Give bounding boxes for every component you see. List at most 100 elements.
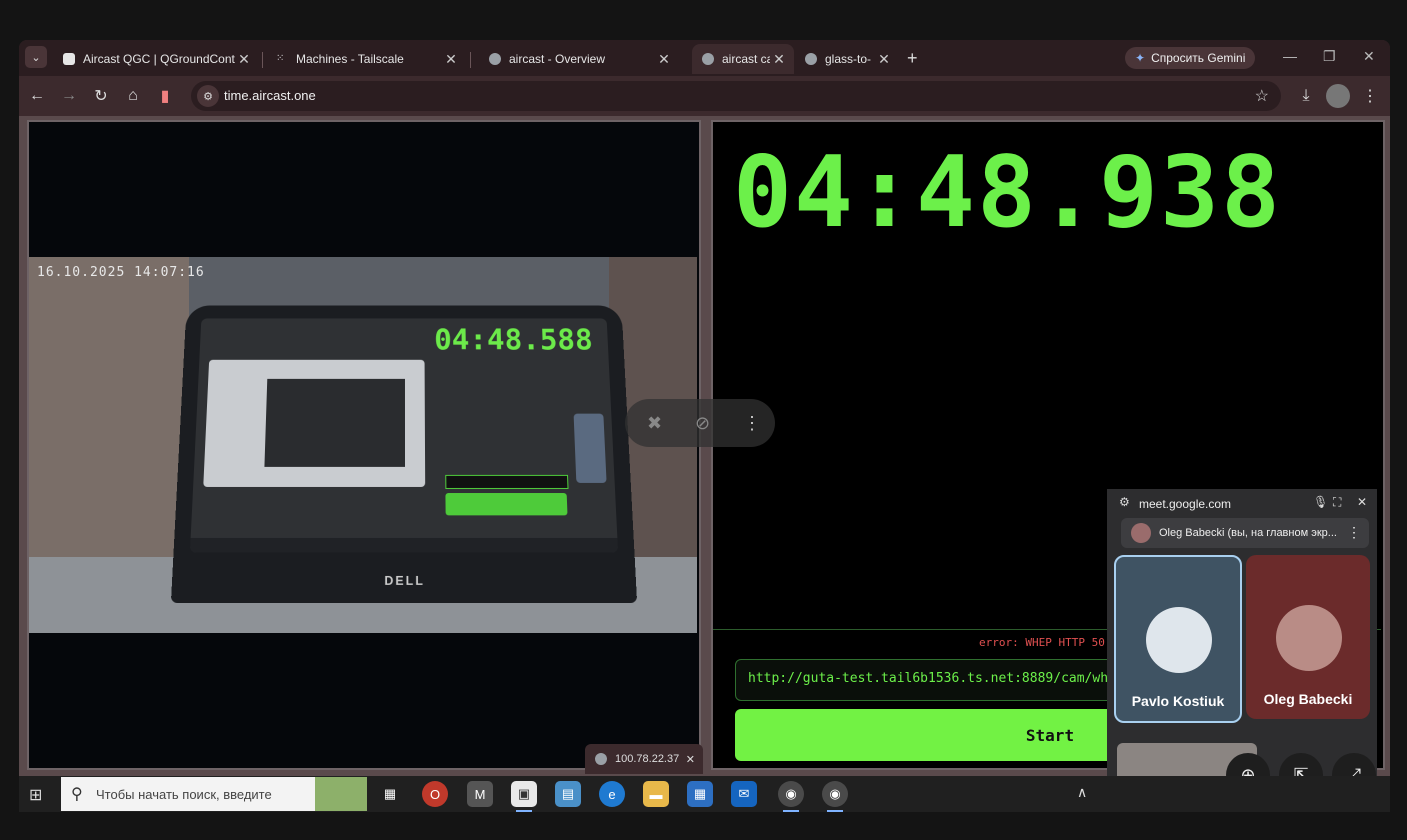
windows-taskbar: ⊞ ⚲ Чтобы начать поиск, введите ▦ O M ▣ … <box>19 776 1390 812</box>
chrome-icon[interactable]: ◉ <box>822 781 848 807</box>
new-tab-icon[interactable]: + <box>907 48 918 69</box>
media-controls-overlay: ✖ ⊘ ⋮ <box>625 399 775 447</box>
laptop-image: 04:48.588 DELL <box>171 305 637 602</box>
tailscale-icon: ⁙ <box>276 53 288 65</box>
meet-pip-window: ⚙ meet.google.com 🎙 ⛶ ✕ Oleg Babecki (вы… <box>1107 489 1377 812</box>
tab-title: glass-to- <box>825 52 875 66</box>
file-explorer-icon[interactable]: ▬ <box>643 781 669 807</box>
tab-title: aircast - Overview <box>509 52 655 66</box>
screen-url-field <box>445 475 568 489</box>
pip-domain: meet.google.com <box>1139 497 1231 511</box>
pinned-participant-bar[interactable]: Oleg Babecki (вы, на главном экр... ⋮ <box>1121 518 1369 548</box>
gemini-button[interactable]: ✦ Спросить Gemini <box>1125 47 1255 69</box>
tab-search-icon[interactable]: ⌄ <box>25 46 47 68</box>
document-icon <box>63 53 75 65</box>
app-icon[interactable]: ▣ <box>511 781 537 807</box>
laptop-brand: DELL <box>384 573 425 588</box>
tab-title: Aircast QGC | QGroundControl <box>83 52 235 66</box>
reading-list-icon[interactable]: ▮ <box>153 84 177 108</box>
tab-aircast-cam[interactable]: aircast ca ✕ <box>692 44 794 74</box>
search-icon: ⚲ <box>71 784 83 804</box>
screen-start-button <box>445 493 567 515</box>
opera-icon[interactable]: O <box>422 781 448 807</box>
search-highlight-image <box>315 777 367 811</box>
app-icon[interactable]: ▤ <box>555 781 581 807</box>
site-settings-icon[interactable]: ⚙ <box>1119 495 1130 509</box>
home-icon[interactable]: ⌂ <box>121 84 145 108</box>
whep-url-input[interactable]: http://guta-test.tail6b1536.ts.net:8889/… <box>735 659 1137 701</box>
search-placeholder: Чтобы начать поиск, введите <box>96 787 272 802</box>
url-text: time.aircast.one <box>224 88 316 103</box>
pip-header: ⚙ meet.google.com 🎙 ⛶ ✕ <box>1107 489 1377 517</box>
popup-tab-title: 100.78.22.37 <box>615 753 679 765</box>
screen-clock: 04:48.588 <box>434 324 593 357</box>
tab-tailscale[interactable]: ⁙ Machines - Tailscale ✕ <box>266 44 466 74</box>
camera-pane: 04:48.588 DELL 16.10.2025 14:07:16 <box>27 120 701 770</box>
close-icon[interactable]: ✕ <box>235 51 253 68</box>
laptop-screen: 04:48.588 <box>190 318 618 552</box>
tab-aircast-qgc[interactable]: Aircast QGC | QGroundControl ✕ <box>53 44 259 74</box>
error-message: error: WHEP HTTP 50 <box>979 636 1105 649</box>
windows-start-icon[interactable]: ⊞ <box>29 785 42 805</box>
site-info-icon[interactable]: ⚙ <box>197 85 219 107</box>
tab-separator <box>470 52 471 68</box>
bookmark-star-icon[interactable]: ☆ <box>1255 86 1269 106</box>
tab-strip: ⌄ Aircast QGC | QGroundControl ✕ ⁙ Machi… <box>19 40 1390 76</box>
screen-taskbar <box>190 538 618 552</box>
close-icon[interactable]: ✕ <box>442 51 460 68</box>
globe-icon <box>805 53 817 65</box>
mic-icon[interactable]: 🎙 <box>1313 495 1328 509</box>
close-icon[interactable]: ✕ <box>686 753 695 766</box>
download-icon[interactable]: ⤓ <box>1294 84 1318 108</box>
participant-tile[interactable]: Oleg Babecki <box>1246 555 1370 719</box>
popup-window-tab[interactable]: 100.78.22.37 ✕ <box>585 744 703 774</box>
address-bar[interactable]: ⚙ time.aircast.one ☆ <box>191 81 1281 111</box>
chrome-icon[interactable]: ◉ <box>778 781 804 807</box>
screen-window <box>203 360 425 487</box>
window-close-icon[interactable]: ✕ <box>1363 48 1375 65</box>
pinned-label: Oleg Babecki (вы, на главном экр... <box>1159 527 1337 539</box>
gemini-label: Спросить Gemini <box>1151 51 1245 65</box>
close-icon[interactable]: ✕ <box>655 51 673 68</box>
reload-icon[interactable]: ↻ <box>89 84 113 108</box>
globe-icon <box>595 753 607 765</box>
camera-video: 04:48.588 DELL 16.10.2025 14:07:16 <box>29 257 697 633</box>
minimize-icon[interactable]: — <box>1283 48 1297 64</box>
forward-icon[interactable]: → <box>57 84 81 108</box>
whep-url-value: http://guta-test.tail6b1536.ts.net:8889/… <box>748 671 1124 686</box>
participant-name: Pavlo Kostiuk <box>1116 693 1240 709</box>
avatar <box>1146 607 1212 673</box>
tab-aircast-overview[interactable]: aircast - Overview ✕ <box>479 44 679 74</box>
chevron-up-icon[interactable]: ∧ <box>1077 784 1087 801</box>
profile-avatar[interactable] <box>1326 84 1350 108</box>
app-mp-icon[interactable]: M <box>467 781 493 807</box>
expand-icon[interactable]: ⛶ <box>1333 495 1341 510</box>
more-options-icon[interactable]: ⋮ <box>1347 524 1361 541</box>
close-icon[interactable]: ✕ <box>1357 495 1367 509</box>
camera-off-icon[interactable]: ⊘ <box>695 413 710 434</box>
back-icon[interactable]: ← <box>25 84 49 108</box>
screen-meet-tile <box>574 414 607 483</box>
tab-separator <box>262 52 263 68</box>
video-timestamp: 16.10.2025 14:07:16 <box>37 265 205 280</box>
maximize-icon[interactable]: ❐ <box>1323 48 1336 65</box>
globe-icon <box>702 53 714 65</box>
browser-toolbar: ← → ↻ ⌂ ▮ ⚙ time.aircast.one ☆ ⤓ ⋮ <box>19 76 1390 116</box>
store-icon[interactable]: ▦ <box>687 781 713 807</box>
close-icon[interactable]: ✕ <box>770 51 788 68</box>
outlook-icon[interactable]: ✉ <box>731 781 757 807</box>
edge-icon[interactable]: e <box>599 781 625 807</box>
task-view-icon[interactable]: ▦ <box>377 781 403 807</box>
more-options-icon[interactable]: ⋮ <box>743 413 761 434</box>
menu-dots-icon[interactable]: ⋮ <box>1358 84 1382 108</box>
taskbar-search[interactable]: ⚲ Чтобы начать поиск, введите <box>61 777 367 811</box>
participant-name: Oleg Babecki <box>1246 691 1370 707</box>
globe-icon <box>489 53 501 65</box>
participant-tile-self[interactable]: Pavlo Kostiuk <box>1114 555 1242 723</box>
mic-off-icon[interactable]: ✖ <box>647 413 662 434</box>
close-icon[interactable]: ✕ <box>875 51 893 68</box>
tab-title: aircast ca <box>722 52 770 66</box>
avatar <box>1131 523 1151 543</box>
tab-title: Machines - Tailscale <box>296 52 442 66</box>
tab-glass-to[interactable]: glass-to- ✕ <box>795 44 899 74</box>
